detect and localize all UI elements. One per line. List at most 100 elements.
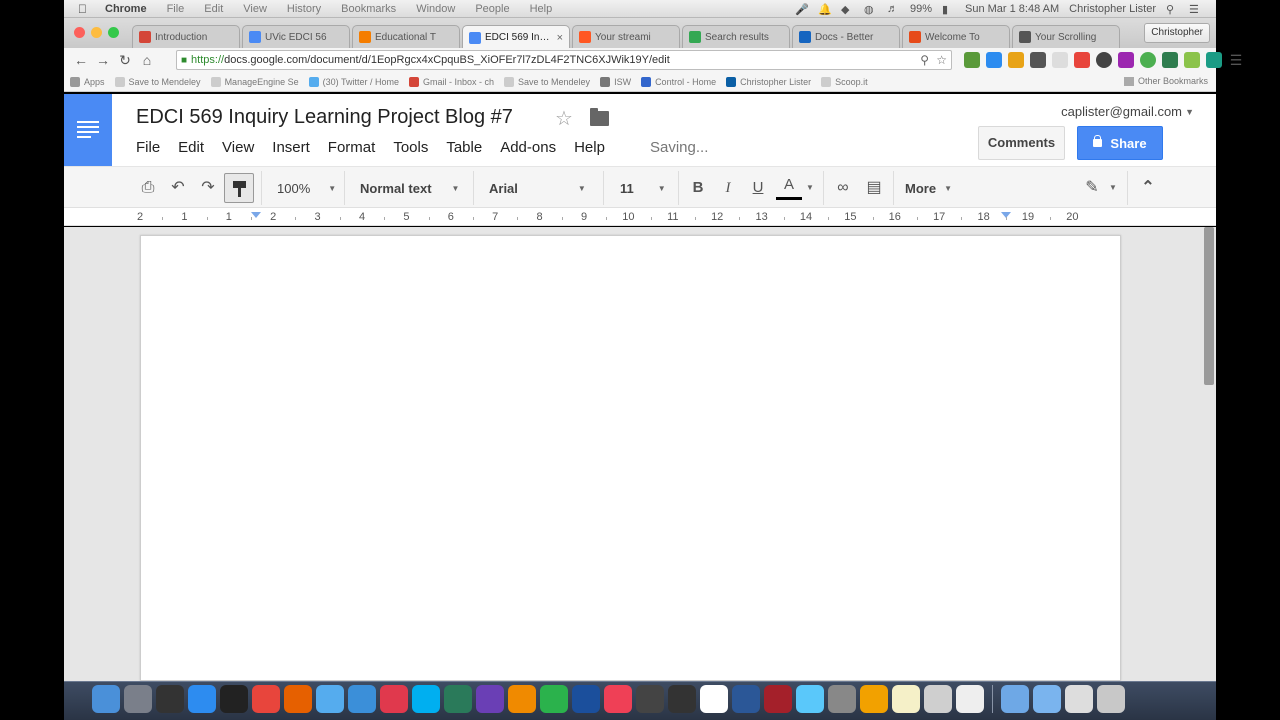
browser-tab[interactable]: EDCI 569 Inquir × (462, 25, 570, 49)
forward-arrow-icon[interactable]: → (92, 52, 114, 68)
dashboard-icon[interactable] (220, 685, 248, 713)
folder-icon[interactable] (590, 108, 609, 126)
zoom-window-button[interactable] (108, 27, 119, 38)
bookmark-item[interactable]: Save to Mendeley (504, 76, 590, 87)
textedit-icon[interactable] (956, 685, 984, 713)
chrome-icon[interactable] (252, 685, 280, 713)
paint-format-icon[interactable] (224, 173, 254, 203)
redo-icon[interactable]: ↷ (197, 177, 219, 199)
bold-button[interactable]: B (687, 177, 709, 199)
browser-tab[interactable]: Welcome To (902, 25, 1010, 48)
bookmark-item[interactable]: ManageEngine Se (210, 76, 299, 87)
system-preferences-icon[interactable] (828, 685, 856, 713)
spotlight-icon[interactable]: ⚲ (1166, 3, 1179, 16)
profile-button[interactable]: Christopher (1144, 23, 1210, 43)
browser-tab[interactable]: Docs - Better (792, 25, 900, 48)
menubar-view[interactable]: View (243, 3, 267, 15)
document-page[interactable] (140, 235, 1121, 681)
bookmark-item[interactable]: Save to Mendeley (114, 76, 201, 87)
menubar-window[interactable]: Window (416, 3, 455, 15)
skype-icon[interactable] (412, 685, 440, 713)
docs-extension-icon[interactable] (986, 52, 1002, 68)
menu-edit[interactable]: Edit (178, 139, 204, 156)
address-bar[interactable]: ■ https:// docs.google.com/document/d/1E… (176, 50, 952, 70)
firefox-icon[interactable] (284, 685, 312, 713)
browser-tab[interactable]: Introduction (132, 25, 240, 48)
ruler[interactable]: 2 1 1 2 3 4 5 6 7 8 9 10 11 12 13 14 15 16 17 18 19 20 (64, 208, 1216, 226)
trash-icon[interactable] (1097, 685, 1125, 713)
menu-tools[interactable]: Tools (393, 139, 428, 156)
chrome-menu-icon[interactable]: ☰ (1228, 52, 1244, 68)
messages-icon[interactable] (796, 685, 824, 713)
close-window-button[interactable] (74, 27, 85, 38)
vlc-icon[interactable] (508, 685, 536, 713)
minimize-window-button[interactable] (91, 27, 102, 38)
circle-extension-icon[interactable] (1096, 52, 1112, 68)
mail-extension-icon[interactable] (1008, 52, 1024, 68)
font-select[interactable]: Arial ▼ (489, 177, 586, 199)
microphone-icon[interactable]: 🎤 (795, 3, 809, 16)
account-email[interactable]: caplister@gmail.com (1061, 104, 1182, 119)
zoom-select[interactable]: 100% ▼ (277, 177, 336, 199)
preview-icon[interactable] (924, 685, 952, 713)
text-color-button[interactable]: A (778, 174, 800, 196)
search-icon[interactable]: ⚲ (920, 53, 929, 67)
browser-tab[interactable]: Educational T (352, 25, 460, 48)
menubar-datetime[interactable]: Sun Mar 1 8:48 AM (965, 3, 1059, 15)
chevron-down-icon[interactable]: ▼ (806, 183, 814, 192)
safari-icon[interactable] (348, 685, 376, 713)
reload-icon[interactable]: ↻ (114, 52, 136, 69)
notification-bell-icon[interactable]: 🔔 (818, 3, 832, 16)
font-size-select[interactable]: 11 ▼ (620, 177, 666, 199)
home-icon[interactable]: ⌂ (136, 52, 158, 68)
word-icon[interactable] (732, 685, 760, 713)
bookmark-item[interactable]: Apps (70, 76, 105, 87)
evernote-extension-icon[interactable] (964, 52, 980, 68)
bookmark-item[interactable]: Control - Home (641, 76, 716, 87)
feedly-extension-icon[interactable] (1184, 52, 1200, 68)
photos-icon[interactable] (444, 685, 472, 713)
notes-icon[interactable] (892, 685, 920, 713)
imovie-icon[interactable] (476, 685, 504, 713)
menu-table[interactable]: Table (446, 139, 482, 156)
back-arrow-icon[interactable]: ← (70, 52, 92, 68)
secure-lock-icon[interactable]: ■ (181, 55, 187, 66)
bookmark-star-icon[interactable]: ☆ (936, 53, 947, 67)
kindle-icon[interactable] (668, 685, 696, 713)
vpn-extension-icon[interactable] (1206, 52, 1222, 68)
comment-icon[interactable]: ▤ (863, 177, 885, 199)
applications-folder-icon[interactable] (1001, 685, 1029, 713)
menubar-app-name[interactable]: Chrome (105, 3, 147, 15)
itunes-icon[interactable] (380, 685, 408, 713)
bookmark-item[interactable]: Scoop.it (821, 76, 868, 87)
downloads-stack-icon[interactable] (1065, 685, 1093, 713)
calendar-icon[interactable] (700, 685, 728, 713)
italic-button[interactable]: I (717, 177, 739, 199)
comments-button[interactable]: Comments (978, 126, 1065, 160)
google-earth-icon[interactable] (572, 685, 600, 713)
audacity-icon[interactable] (860, 685, 888, 713)
cast-extension-icon[interactable] (1074, 52, 1090, 68)
bookmark-item[interactable]: ISW (600, 76, 631, 87)
menubar-help[interactable]: Help (530, 3, 553, 15)
battery-percent[interactable]: 99% (910, 3, 932, 15)
share-button[interactable]: Share (1077, 126, 1163, 160)
menu-insert[interactable]: Insert (272, 139, 310, 156)
star-icon[interactable]: ☆ (555, 106, 573, 131)
menu-format[interactable]: Format (328, 139, 376, 156)
twitter-icon[interactable] (316, 685, 344, 713)
underline-button[interactable]: U (747, 177, 769, 199)
menubar-history[interactable]: History (287, 3, 321, 15)
bookmark-item[interactable]: Gmail - Inbox - ch (408, 76, 494, 87)
document-title[interactable]: EDCI 569 Inquiry Learning Project Blog #… (136, 106, 513, 129)
undo-icon[interactable]: ↶ (167, 177, 189, 199)
browser-tab[interactable]: Your streami (572, 25, 680, 48)
paragraph-style-select[interactable]: Normal text ▼ (360, 177, 459, 199)
other-bookmarks[interactable]: Other Bookmarks (1123, 76, 1208, 86)
pocket-extension-icon[interactable] (1030, 52, 1046, 68)
tab-close-icon[interactable]: × (557, 32, 563, 44)
collapse-menu-icon[interactable]: ⌃ (1137, 177, 1159, 199)
more-button[interactable]: More ▼ (905, 177, 952, 199)
docs-home-icon[interactable] (64, 94, 112, 166)
print-icon[interactable]: ⎙ (137, 177, 159, 199)
